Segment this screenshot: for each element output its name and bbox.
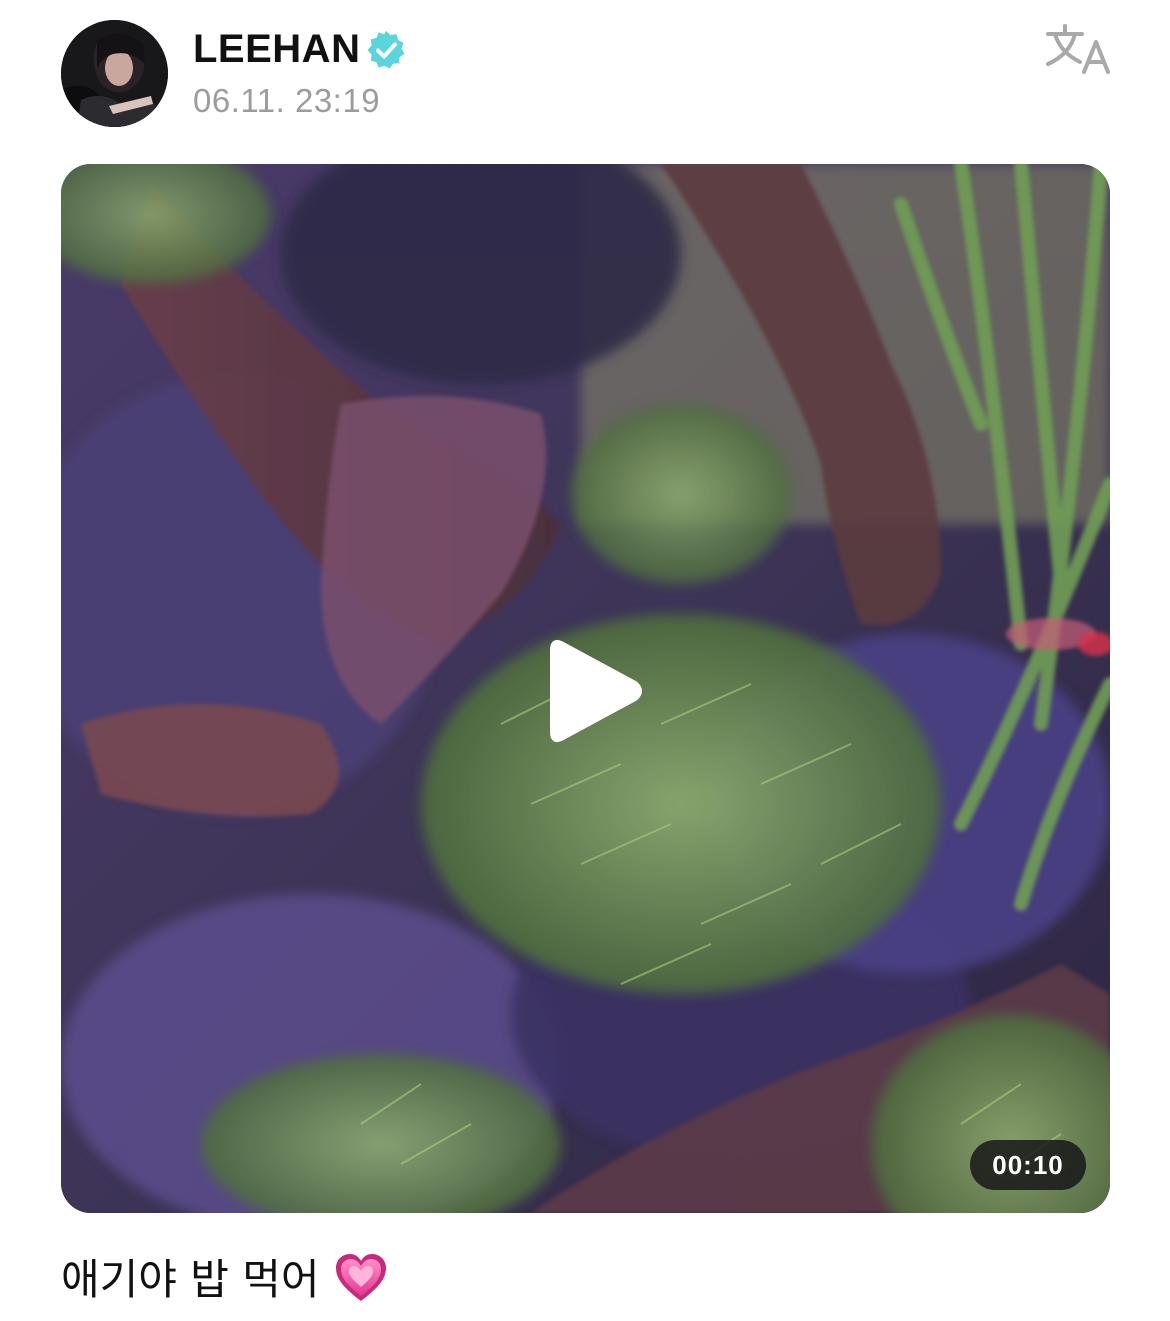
video-player[interactable]: 00:10 <box>61 164 1110 1213</box>
post-card: LEEHAN 06.11. 23:19 00:10 애기야 밥 먹어 <box>0 0 1170 1321</box>
caption-text: 애기야 밥 먹어 <box>61 1255 320 1304</box>
translate-icon[interactable] <box>1044 22 1112 76</box>
post-caption: 애기야 밥 먹어 <box>61 1252 388 1308</box>
verified-badge-icon <box>367 31 405 69</box>
video-duration-badge: 00:10 <box>970 1140 1086 1190</box>
profile-photo-icon <box>61 20 168 127</box>
post-timestamp: 06.11. 23:19 <box>193 82 381 119</box>
avatar[interactable] <box>61 20 168 127</box>
heart-emoji-icon <box>335 1254 386 1301</box>
play-icon[interactable] <box>547 636 643 746</box>
author-name[interactable]: LEEHAN <box>193 26 360 72</box>
